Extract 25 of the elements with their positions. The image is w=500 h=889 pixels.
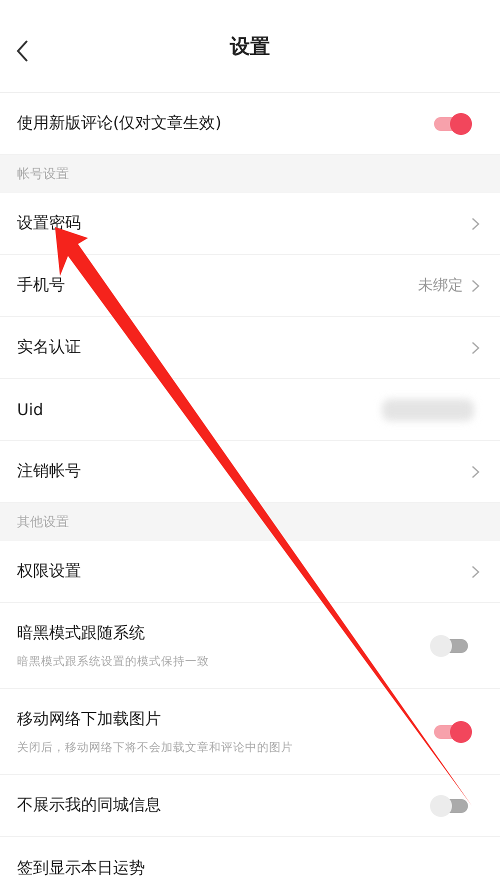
section-title: 其他设置: [17, 514, 69, 531]
page-title: 设置: [230, 32, 270, 60]
setting-label: 实名认证: [17, 337, 82, 358]
setting-label: 签到显示本日运势: [17, 858, 146, 878]
toggle-switch[interactable]: [432, 112, 470, 136]
chevron-right-icon: [471, 278, 480, 292]
setting-label: 暗黑模式跟随系统: [17, 622, 146, 644]
toggle-switch[interactable]: [432, 720, 470, 744]
section-title: 帐号设置: [17, 166, 69, 183]
setting-description: 关闭后，移动网络下将不会加载文章和评论中的图片: [17, 740, 294, 754]
setting-label: 不展示我的同城信息: [17, 795, 162, 816]
setting-label: 使用新版评论(仅对文章生效): [17, 113, 222, 134]
setting-label: 移动网络下加载图片: [17, 708, 162, 730]
setting-description: 暗黑模式跟系统设置的模式保持一致: [17, 654, 210, 668]
chevron-right-icon: [471, 216, 480, 230]
chevron-right-icon: [471, 340, 480, 354]
chevron-right-icon: [471, 464, 480, 478]
setting-label: 手机号: [17, 275, 66, 296]
setting-label: 权限设置: [17, 561, 82, 582]
setting-value: 未绑定: [418, 276, 463, 295]
chevron-right-icon: [471, 564, 480, 578]
toggle-switch[interactable]: [432, 634, 470, 658]
setting-label: Uid: [17, 400, 44, 419]
toggle-switch[interactable]: [432, 794, 470, 818]
setting-label: 注销帐号: [17, 461, 82, 482]
